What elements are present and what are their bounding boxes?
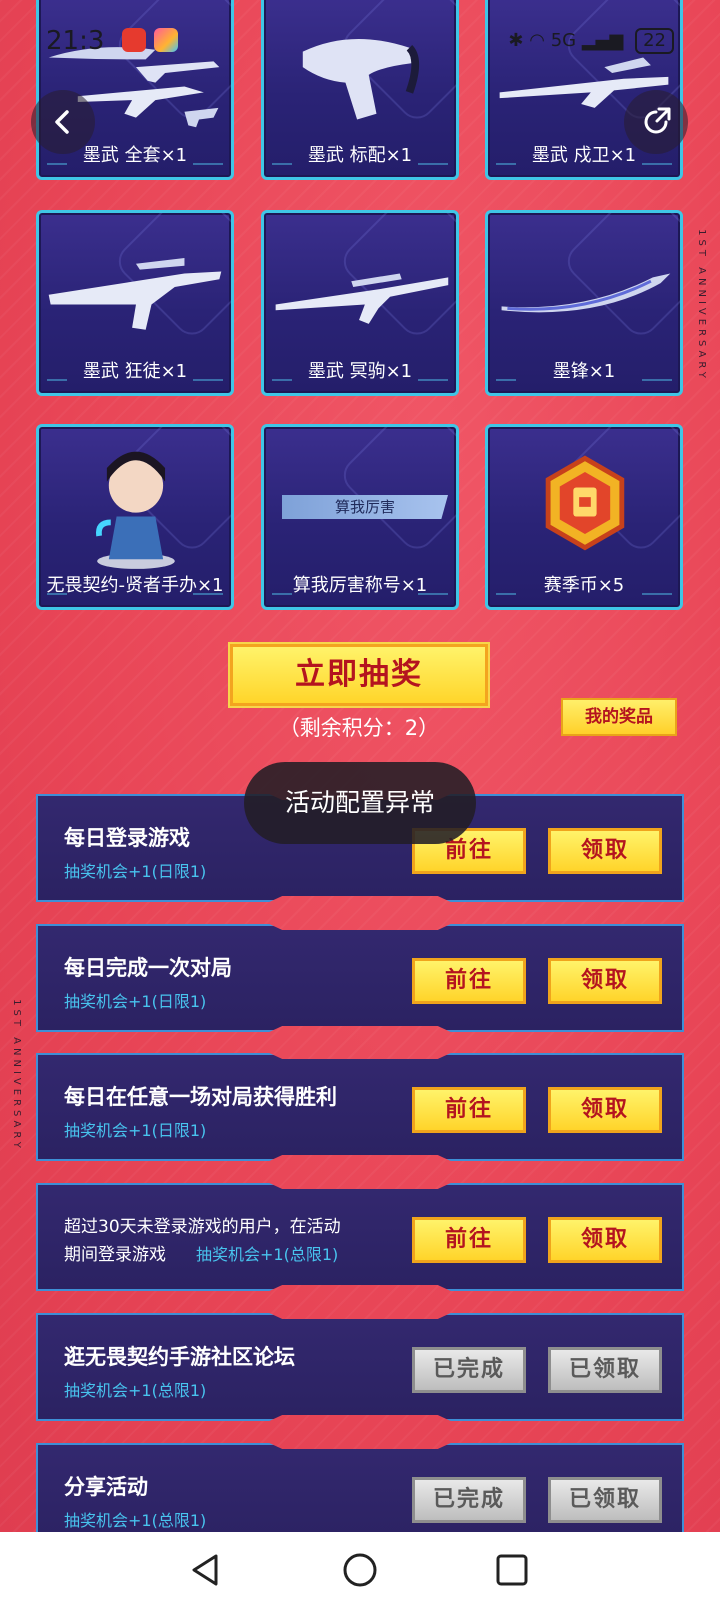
square-recents-icon: [496, 1554, 528, 1586]
pistol-icon: [302, 38, 420, 120]
my-prizes-button[interactable]: 我的奖品: [561, 698, 677, 736]
task-reward: 抽奖机会+1(总限1): [196, 1245, 339, 1264]
task-reward: 抽奖机会+1(总限1): [64, 1381, 207, 1400]
task-claim-button[interactable]: 领取: [548, 958, 662, 1004]
draw-now-button[interactable]: 立即抽奖: [228, 642, 490, 708]
prize-label: 赛季币×5: [543, 575, 625, 596]
blade-icon: [501, 273, 671, 313]
task-title: 超过30天未登录游戏的用户，在活动 期间登录游戏 抽奖机会+1(总限1): [64, 1213, 341, 1269]
share-icon: [644, 107, 671, 134]
prize-label: 墨武 标配×1: [307, 145, 413, 166]
task-go-button[interactable]: 前往: [412, 1217, 526, 1263]
remaining-points: （剩余积分：2）: [278, 716, 440, 740]
task-title: 逛无畏契约手游社区论坛: [64, 1345, 295, 1369]
back-button[interactable]: [31, 90, 95, 154]
task-claim-button[interactable]: 领取: [548, 1217, 662, 1263]
prize-card: 墨锋×1: [485, 210, 683, 396]
task-go-button[interactable]: 前往: [412, 958, 526, 1004]
task-title-line1: 超过30天未登录游戏的用户，在活动: [64, 1217, 341, 1237]
task-reward: 抽奖机会+1(日限1): [64, 862, 207, 881]
nav-back-button[interactable]: [182, 1546, 230, 1594]
task-completed-button[interactable]: 已完成: [412, 1347, 526, 1393]
prize-label: 墨武 冥驹×1: [307, 361, 413, 382]
edge-text-right: 1ST ANNIVERSARY: [696, 229, 708, 382]
prize-label: 无畏契约-贤者手办×1: [46, 575, 224, 596]
status-bar: 21:3 ✱ ◠ 5G ▂▄▆ 22: [46, 24, 674, 60]
figure-icon: [95, 451, 175, 569]
bluetooth-icon: ✱: [508, 30, 524, 51]
task-reward: 抽奖机会+1(日限1): [64, 1121, 207, 1140]
app-notification-icon: [154, 28, 178, 52]
battery-icon: 22: [635, 28, 674, 54]
task-claimed-button[interactable]: 已领取: [548, 1477, 662, 1523]
nav-home-button[interactable]: [336, 1546, 384, 1594]
edge-text-left: 1ST ANNIVERSARY: [10, 999, 22, 1152]
circle-home-icon: [343, 1553, 377, 1587]
toast-message: 活动配置异常: [244, 762, 476, 844]
app-notification-icon: [122, 28, 146, 52]
status-indicators: ✱ ◠ 5G ▂▄▆ 22: [508, 28, 674, 54]
share-button[interactable]: [624, 90, 688, 154]
task-title: 分享活动: [64, 1475, 148, 1499]
coin-icon: [545, 455, 625, 551]
prize-label: 算我厉害称号×1: [292, 575, 428, 596]
task-title-line2: 期间登录游戏: [64, 1245, 166, 1265]
prize-label: 墨武 狂徒×1: [82, 361, 188, 382]
chevron-left-icon: [55, 110, 69, 134]
prize-label: 墨锋×1: [552, 361, 616, 382]
task-reward: 抽奖机会+1(总限1): [64, 1511, 207, 1530]
sniper-icon: [275, 273, 449, 324]
wifi-icon: ◠: [529, 30, 545, 51]
task-claim-button[interactable]: 领取: [548, 828, 662, 874]
task-row: 每日完成一次对局 抽奖机会+1(日限1) 前往 领取: [36, 924, 684, 1032]
task-row: 每日在任意一场对局获得胜利 抽奖机会+1(日限1) 前往 领取: [36, 1053, 684, 1161]
task-claimed-button[interactable]: 已领取: [548, 1347, 662, 1393]
task-title: 每日登录游戏: [64, 826, 190, 850]
navigation-bar: [0, 1532, 720, 1608]
task-row: 逛无畏契约手游社区论坛 抽奖机会+1(总限1) 已完成 已领取: [36, 1313, 684, 1421]
triangle-back-icon: [192, 1554, 218, 1586]
prize-card: 赛季币×5: [485, 424, 683, 610]
task-row: 超过30天未登录游戏的用户，在活动 期间登录游戏 抽奖机会+1(总限1) 前往 领…: [36, 1183, 684, 1291]
task-completed-button[interactable]: 已完成: [412, 1477, 526, 1523]
nav-recents-button[interactable]: [488, 1546, 536, 1594]
task-claim-button[interactable]: 领取: [548, 1087, 662, 1133]
task-title: 每日在任意一场对局获得胜利: [64, 1085, 337, 1109]
status-time: 21:3: [46, 26, 105, 56]
prize-card: 无畏契约-贤者手办×1: [36, 424, 234, 610]
prize-card: 墨武 冥驹×1: [261, 210, 459, 396]
task-reward: 抽奖机会+1(日限1): [64, 992, 207, 1011]
task-go-button[interactable]: 前往: [412, 1087, 526, 1133]
task-title: 每日完成一次对局: [64, 956, 232, 980]
prize-card: 墨武 狂徒×1: [36, 210, 234, 396]
prize-card: 算我厉害 算我厉害称号×1: [261, 424, 459, 610]
rifle-icon: [48, 257, 222, 330]
signal-icon: ▂▄▆: [581, 30, 624, 51]
network-type: 5G: [550, 30, 577, 51]
title-badge-icon: 算我厉害: [282, 495, 448, 519]
